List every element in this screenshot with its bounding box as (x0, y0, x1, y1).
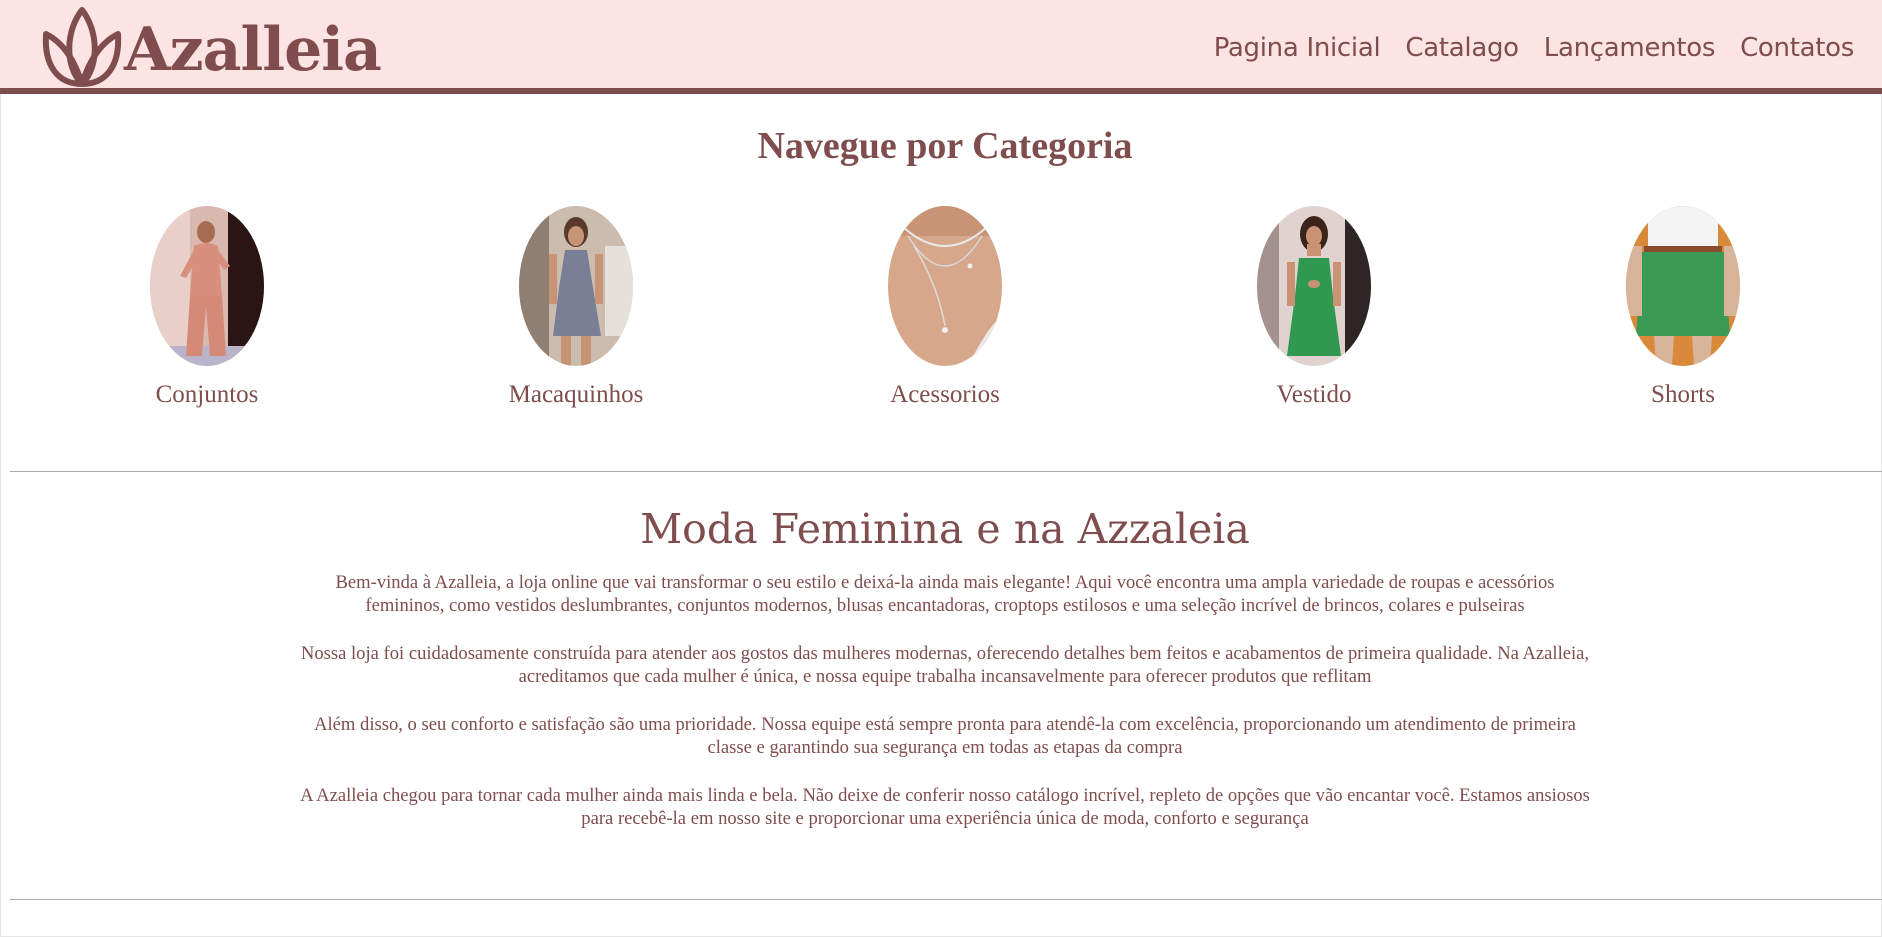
category-label-conjuntos[interactable]: Conjuntos (87, 381, 327, 409)
nav-link-contatos[interactable]: Contatos (1740, 30, 1854, 66)
section-divider-top (10, 471, 1882, 472)
category-macaquinhos[interactable]: Macaquinhos (456, 206, 696, 409)
category-image-conjuntos[interactable] (150, 206, 264, 366)
category-image-shorts[interactable] (1626, 206, 1740, 366)
category-image-acessorios[interactable] (888, 206, 1002, 366)
category-label-shorts[interactable]: Shorts (1563, 381, 1803, 409)
category-image-vestido[interactable] (1257, 206, 1371, 366)
site-header: Azalleia Pagina Inicial Catalago Lançame… (0, 0, 1882, 94)
about-paragraph-1: Bem-vinda à Azalleia, a loja online que … (335, 572, 1555, 616)
nav-link-lancamentos[interactable]: Lançamentos (1544, 30, 1716, 66)
about-paragraph-3: Além disso, o seu conforto e satisfação … (314, 714, 1576, 758)
about-title: Moda Feminina e na Azzaleia (640, 505, 1250, 553)
categories-title: Navegue por Categoria (757, 125, 1133, 167)
logo-text: Azalleia (124, 15, 382, 85)
about-paragraph-2: Nossa loja foi cuidadosamente construída… (300, 643, 1590, 687)
category-acessorios[interactable]: Acessorios (825, 206, 1065, 409)
category-conjuntos[interactable]: Conjuntos (87, 206, 327, 409)
category-image-macaquinhos[interactable] (519, 206, 633, 366)
lotus-logo-icon (40, 4, 124, 90)
category-label-vestido[interactable]: Vestido (1194, 381, 1434, 409)
about-paragraph-4: A Azalleia chegou para tornar cada mulhe… (300, 785, 1590, 829)
category-label-macaquinhos[interactable]: Macaquinhos (456, 381, 696, 409)
main-nav: Pagina Inicial Catalago Lançamentos Cont… (1189, 30, 1855, 66)
section-divider-bottom (10, 899, 1882, 900)
nav-link-pagina-inicial[interactable]: Pagina Inicial (1214, 30, 1381, 66)
about-section: Bem-vinda à Azalleia, a loja online que … (295, 571, 1595, 855)
category-vestido[interactable]: Vestido (1194, 206, 1434, 409)
category-list: Conjuntos Macaquinhos Acessorios Vestido… (0, 206, 1882, 426)
category-shorts[interactable]: Shorts (1563, 206, 1803, 409)
category-label-acessorios[interactable]: Acessorios (825, 381, 1065, 409)
nav-link-catalago[interactable]: Catalago (1405, 30, 1519, 66)
logo-link[interactable]: Azalleia (40, 4, 382, 90)
